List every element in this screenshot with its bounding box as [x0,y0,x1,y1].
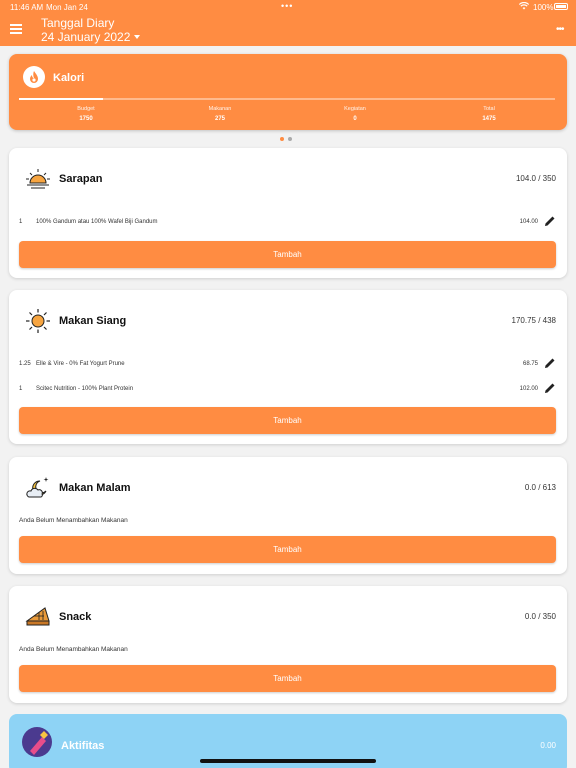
stat-value: 0 [353,116,357,122]
meal-card-snack: Snack 0.0 / 350 Anda Belum Menambahkan M… [9,586,567,703]
multitask-dots-icon[interactable]: ••• [281,1,293,11]
meal-total: 0.0 / 613 [524,483,556,492]
food-qty: 1 [19,386,23,392]
more-options-icon[interactable]: ••• [556,24,564,35]
stat-label: Kegiatan [344,106,366,112]
status-time: 11:46 AM [10,3,44,12]
status-date: Mon Jan 24 [46,3,88,12]
meal-card-dinner: Makan Malam 0.0 / 613 Anda Belum Menamba… [9,457,567,574]
empty-message: Anda Belum Menambahkan Makanan [19,646,128,653]
edit-pencil-icon[interactable] [544,215,556,227]
activity-total: 0.00 [540,741,556,750]
battery-percent: 100% [533,3,554,12]
food-kcal: 68.75 [522,361,538,367]
empty-message: Anda Belum Menambahkan Makanan [19,517,128,524]
edit-pencil-icon[interactable] [544,382,556,394]
meal-total: 170.75 / 438 [511,316,556,325]
meal-name: Makan Malam [59,482,131,494]
home-indicator[interactable] [200,759,376,763]
meal-card-lunch: Makan Siang 170.75 / 438 1.25 Elle & Vir… [9,290,567,444]
battery-icon [554,3,568,10]
sunrise-icon [25,166,51,192]
food-name: 100% Gandum atau 100% Wafel Biji Gandum [36,219,158,225]
sun-icon [25,308,51,334]
meal-name: Makan Siang [59,315,127,327]
food-entry[interactable]: 1.25 Elle & Vire - 0% Fat Yogurt Prune 6… [19,357,556,371]
calorie-summary-card[interactable]: Kalori Budget 1750 Makanan 275 Kegiatan … [9,54,567,130]
stat-label: Total [483,106,495,112]
stat-label: Budget [77,106,95,112]
stat-food: Makanan 275 [190,106,250,122]
page-dot[interactable] [288,137,292,141]
calorie-progress-bar [19,98,555,100]
stat-value: 1475 [482,116,496,122]
chevron-down-icon [134,35,141,39]
wifi-icon [518,1,530,12]
meal-total: 0.0 / 350 [524,612,556,621]
food-name: Elle & Vire - 0% Fat Yogurt Prune [36,361,125,367]
food-kcal: 102.00 [519,386,538,392]
food-entry[interactable]: 1 100% Gandum atau 100% Wafel Biji Gandu… [19,215,556,229]
meal-name: Snack [59,611,92,623]
food-name: Scitec Nutrition - 100% Plant Protein [36,386,134,392]
moon-cloud-icon [25,475,51,501]
add-dinner-button[interactable]: Tambah [19,536,556,563]
food-entry[interactable]: 1 Scitec Nutrition - 100% Plant Protein … [19,382,556,396]
selected-date: 24 January 2022 [41,30,131,44]
food-qty: 1.25 [19,361,31,367]
edit-pencil-icon[interactable] [544,357,556,369]
stat-value: 1750 [79,116,93,122]
activity-icon [22,727,52,757]
page-indicator[interactable] [280,137,292,141]
page-dot-active[interactable] [280,137,284,141]
pie-slice-icon [25,604,51,630]
meal-card-breakfast: Sarapan 104.0 / 350 1 100% Gandum atau 1… [9,148,567,278]
stat-label: Makanan [208,106,232,112]
meal-name: Sarapan [59,173,103,185]
calorie-progress-fill [19,98,104,100]
date-selector[interactable]: 24 January 2022 [41,30,141,44]
hamburger-menu-icon[interactable] [10,24,22,34]
app-bar: 11:46 AM Mon Jan 24 ••• 100% Tanggal Dia… [0,0,576,46]
calorie-card-title: Kalori [53,72,85,84]
stat-budget: Budget 1750 [56,106,116,122]
meal-total: 104.0 / 350 [515,174,556,183]
app-title: Tanggal Diary [41,16,115,30]
add-snack-button[interactable]: Tambah [19,665,556,692]
stat-activity: Kegiatan 0 [325,106,385,122]
stat-value: 275 [214,116,225,122]
food-qty: 1 [19,219,23,225]
stat-total: Total 1475 [459,106,519,122]
activity-name: Aktifitas [61,740,105,752]
flame-icon [23,66,45,88]
food-kcal: 104.00 [519,219,538,225]
status-bar: 11:46 AM Mon Jan 24 ••• 100% [0,0,576,14]
add-lunch-button[interactable]: Tambah [19,407,556,434]
add-breakfast-button[interactable]: Tambah [19,241,556,268]
